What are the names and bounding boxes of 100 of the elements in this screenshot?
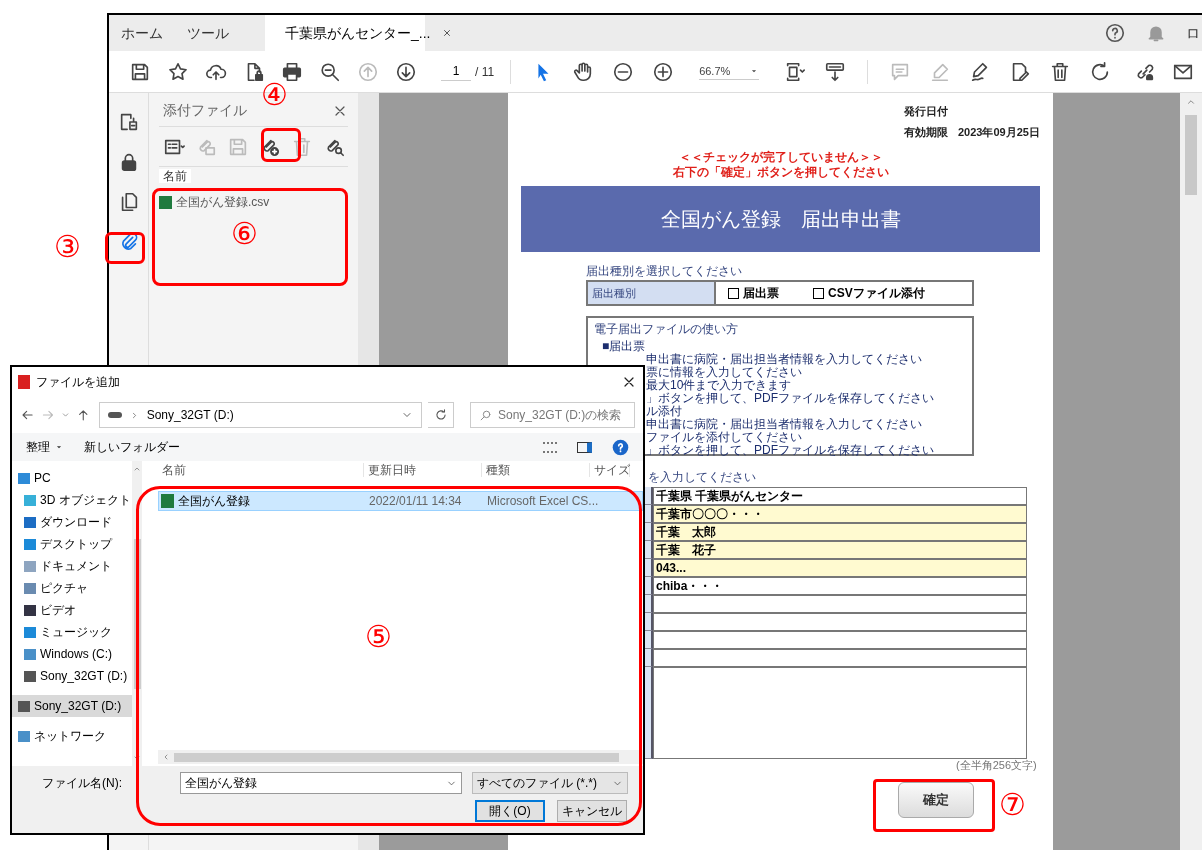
character-limit-note: (全半角256文字) bbox=[956, 759, 1037, 772]
excel-file-icon bbox=[161, 494, 174, 508]
howto-line: 」ボタンを押して、PDFファイルを保存してください bbox=[646, 392, 934, 405]
search-field[interactable]: Sony_32GT (D:)の検索 bbox=[470, 402, 635, 428]
fit-page-icon[interactable] bbox=[784, 60, 807, 83]
checkbox-label: 届出票 bbox=[743, 285, 779, 302]
highlight-frame bbox=[261, 128, 301, 162]
dialog-button[interactable]: キャンセル bbox=[557, 800, 627, 822]
input-field[interactable] bbox=[653, 595, 1027, 613]
howto-title: 電子届出ファイルの使い方 bbox=[594, 321, 738, 338]
column-header[interactable]: 種類 bbox=[486, 463, 510, 477]
step-number: ③ bbox=[54, 232, 81, 262]
input-field[interactable]: 千葉市〇〇〇・・・ bbox=[653, 505, 1027, 523]
nav-item[interactable]: ネットワーク bbox=[12, 725, 132, 747]
refresh-icon[interactable] bbox=[433, 408, 448, 422]
folder-icon bbox=[24, 604, 36, 616]
page-count: / 11 bbox=[475, 63, 495, 81]
scrollbar[interactable] bbox=[132, 461, 142, 766]
address-bar[interactable]: Sony_32GT (D:) bbox=[98, 402, 423, 428]
text-area[interactable] bbox=[653, 667, 1027, 759]
filename-label: ファイル名(N): bbox=[42, 775, 123, 792]
star-icon[interactable] bbox=[167, 60, 189, 83]
nav-item[interactable]: PC bbox=[12, 467, 132, 489]
confirm-button[interactable]: 確定 bbox=[898, 782, 974, 818]
nav-item[interactable]: 3D オブジェクト bbox=[12, 489, 132, 511]
tab[interactable]: ツール bbox=[175, 15, 241, 51]
folder-icon bbox=[24, 516, 36, 528]
howto-line: 申出書に病院・届出担当者情報を入力してください bbox=[646, 418, 922, 431]
column-header[interactable]: 名前 bbox=[162, 463, 186, 477]
scrollbar-thumb[interactable] bbox=[1185, 115, 1197, 195]
file-row[interactable]: 全国がん登録 2022/01/11 14:34 Microsoft Excel CS... bbox=[158, 491, 643, 511]
checkbox[interactable] bbox=[813, 287, 824, 299]
input-field[interactable]: 千葉県 千葉県がんセンター bbox=[653, 487, 1027, 505]
organize-menu[interactable]: 整理 bbox=[26, 438, 64, 456]
input-field[interactable]: chiba・・・ bbox=[653, 577, 1027, 595]
nav-item[interactable]: Windows (C:) bbox=[12, 643, 132, 665]
horizontal-scrollbar[interactable] bbox=[158, 750, 643, 764]
howto-line: 最大10件まで入力できます bbox=[646, 379, 792, 392]
tab[interactable]: ホーム bbox=[109, 15, 175, 51]
howto-line: ■届出票 bbox=[602, 340, 646, 353]
step-number: ⑥ bbox=[231, 219, 258, 249]
nav-item[interactable]: ピクチャ bbox=[12, 577, 132, 599]
row-label: 届出種別 bbox=[588, 282, 716, 304]
input-field[interactable]: 千葉 花子 bbox=[653, 541, 1027, 559]
input-field[interactable] bbox=[653, 613, 1027, 631]
scrollbar[interactable] bbox=[1180, 93, 1202, 850]
dialog-button[interactable]: 開く(O) bbox=[475, 800, 545, 822]
howto-line: ル添付 bbox=[646, 405, 682, 418]
input-field[interactable] bbox=[653, 649, 1027, 667]
folder-icon bbox=[18, 730, 30, 742]
preview-pane-icon[interactable] bbox=[577, 441, 592, 453]
howto-line: 申出書に病院・届出担当者情報を入力してください bbox=[646, 353, 922, 366]
input-field[interactable]: 043... bbox=[653, 559, 1027, 577]
checkbox-label: CSVファイル添付 bbox=[828, 285, 925, 302]
tab-label: ホーム bbox=[121, 23, 163, 43]
input-field[interactable]: 千葉 太郎 bbox=[653, 523, 1027, 541]
nav-item[interactable]: ミュージック bbox=[12, 621, 132, 643]
zoom-dropdown[interactable]: 66.7% bbox=[699, 62, 760, 81]
folder-icon bbox=[24, 670, 36, 682]
file-type-dropdown[interactable]: すべてのファイル (*.*) bbox=[472, 772, 628, 794]
column-header[interactable]: サイズ bbox=[594, 463, 630, 477]
section-heading: 届出種別を選択してください bbox=[586, 263, 742, 280]
view-options-icon[interactable] bbox=[543, 441, 557, 453]
excel-file-icon bbox=[159, 195, 172, 209]
file-date: 2022/01/11 14:34 bbox=[368, 493, 463, 510]
highlight-frame bbox=[105, 232, 145, 264]
zoom-out-icon[interactable] bbox=[612, 60, 635, 83]
zoom-in-icon[interactable] bbox=[652, 60, 675, 83]
new-folder-button[interactable]: 新しいフォルダー bbox=[84, 438, 180, 456]
nav-item[interactable]: Sony_32GT (D:) bbox=[12, 665, 132, 687]
help-icon[interactable] bbox=[612, 438, 629, 456]
nav-item[interactable]: Sony_32GT (D:) bbox=[12, 695, 132, 717]
page-field[interactable]: 1 bbox=[441, 62, 471, 81]
up-arrow-icon[interactable] bbox=[76, 407, 91, 423]
howto-line: 」ボタンを押して、PDFファイルを保存してください bbox=[646, 444, 934, 457]
folder-icon bbox=[18, 700, 30, 712]
account-label[interactable]: ロ bbox=[1186, 22, 1202, 44]
column-header[interactable]: 更新日時 bbox=[368, 463, 416, 477]
scroll-icon[interactable] bbox=[824, 60, 847, 83]
attachment-file[interactable]: 全国がん登録.csv bbox=[176, 193, 270, 211]
input-field[interactable] bbox=[653, 631, 1027, 649]
folder-icon bbox=[24, 494, 36, 506]
checkbox[interactable] bbox=[728, 287, 739, 299]
nav-item[interactable]: ビデオ bbox=[12, 599, 132, 621]
expiry-date: 2023年09月25日 bbox=[958, 124, 1040, 140]
nav-item[interactable]: ダウンロード bbox=[12, 511, 132, 533]
filename-field[interactable]: 全国がん登録 bbox=[180, 772, 462, 794]
expiry-label: 有効期限 bbox=[904, 124, 948, 140]
zoom-search-icon[interactable] bbox=[319, 60, 341, 83]
scroll-up-icon bbox=[1186, 97, 1196, 107]
folder-icon bbox=[24, 560, 36, 572]
close-icon[interactable] bbox=[442, 28, 453, 38]
folder-icon bbox=[24, 582, 36, 594]
print-icon[interactable] bbox=[281, 60, 303, 83]
help-icon[interactable] bbox=[1104, 22, 1126, 44]
nav-item[interactable]: デスクトップ bbox=[12, 533, 132, 555]
nav-item[interactable]: ドキュメント bbox=[12, 555, 132, 577]
column-header[interactable]: 名前 bbox=[159, 169, 191, 183]
folder-icon bbox=[24, 538, 36, 550]
howto-line: 票に情報を入力してください bbox=[646, 366, 802, 379]
